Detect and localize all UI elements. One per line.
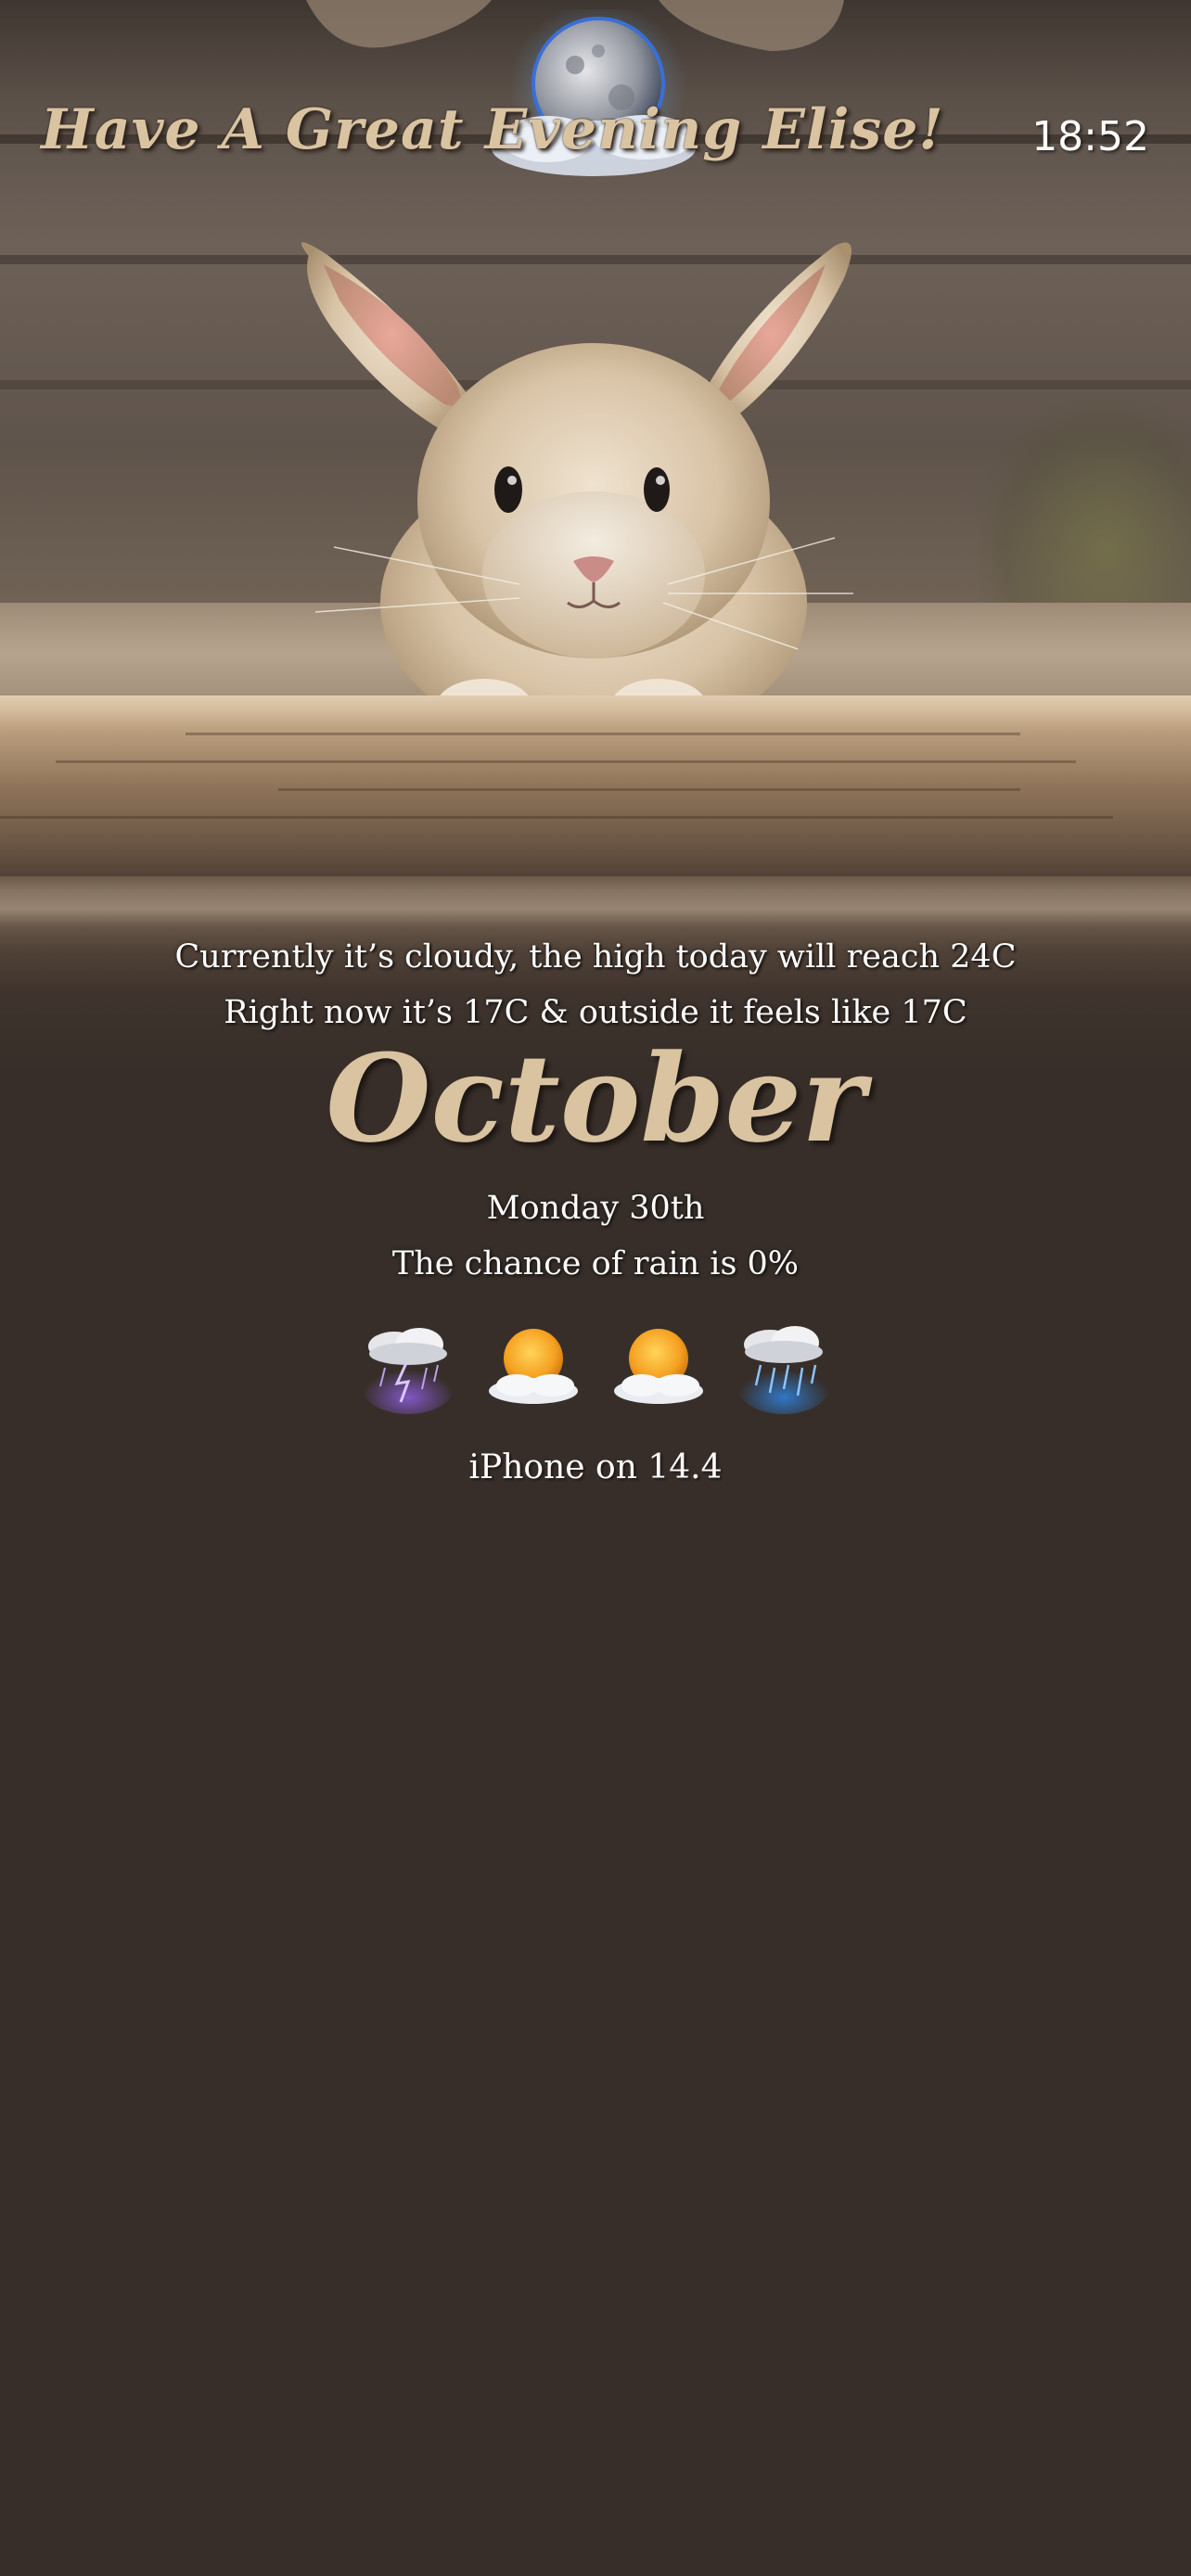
rain-icon (737, 1326, 830, 1414)
weather-current: Right now it’s 17C & outside it feels li… (224, 994, 967, 1031)
rain-chance: The chance of rain is 0% (391, 1245, 800, 1282)
clock-time: 18:52 (1031, 113, 1149, 160)
month-title: October (326, 1027, 865, 1169)
lock-screen: Have A Great Evening Elise! 18:52 Curren… (0, 0, 1191, 2576)
forecast-row (0, 1317, 1191, 1428)
battery-status: iPhone on 14.4 (468, 1448, 723, 1486)
greeting-text: Have A Great Evening Elise! (41, 97, 944, 162)
partly-sunny-icon (489, 1329, 578, 1404)
thunderstorm-icon (362, 1328, 455, 1414)
weather-summary: Currently it’s cloudy, the high today wi… (174, 938, 1017, 976)
day-date: Monday 30th (486, 1190, 705, 1227)
partly-sunny-icon (614, 1329, 703, 1404)
